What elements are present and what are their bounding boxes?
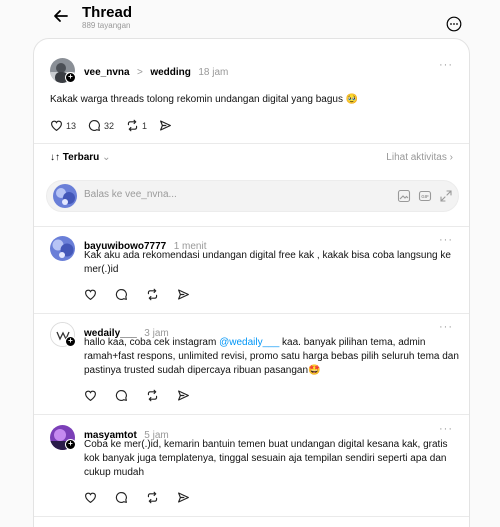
gif-icon[interactable]: GIF xyxy=(418,189,432,203)
post-meta: vee_nvna > wedding 18 jam xyxy=(84,62,228,80)
reply-composer: GIF xyxy=(46,180,459,212)
thread-card: + vee_nvna > wedding 18 jam ··· Kakak wa… xyxy=(33,38,470,527)
view-activity-label: Lihat aktivitas xyxy=(386,152,447,163)
like-button[interactable] xyxy=(84,389,100,402)
repost-button[interactable] xyxy=(146,389,162,402)
chevron-down-icon: ⌄ xyxy=(102,152,111,163)
repost-count: 1 xyxy=(142,120,148,131)
sort-label: Terbaru xyxy=(62,152,100,163)
separator: > xyxy=(137,67,143,78)
topic-tag[interactable]: wedding xyxy=(150,67,191,78)
comment-button[interactable] xyxy=(115,288,131,301)
username[interactable]: vee_nvna xyxy=(84,67,130,78)
mention-link[interactable]: @wedaily___ xyxy=(219,337,279,348)
like-button[interactable] xyxy=(84,288,100,301)
comment-icon xyxy=(115,492,127,503)
comment-button[interactable]: 32 xyxy=(88,119,114,132)
more-options-icon[interactable]: ··· xyxy=(439,321,453,333)
thread-header: Thread 889 tayangan xyxy=(0,0,500,38)
reply-input[interactable] xyxy=(84,189,364,200)
expand-icon[interactable] xyxy=(439,189,453,203)
share-button[interactable] xyxy=(177,288,193,301)
reply-actions xyxy=(84,288,205,301)
reply-text: Coba ke mer(.)id, kemarin bantuin temen … xyxy=(84,439,448,478)
repost-icon xyxy=(147,389,158,402)
share-icon xyxy=(160,120,171,131)
comment-icon xyxy=(88,120,100,131)
share-icon xyxy=(178,289,189,300)
follow-plus-icon[interactable]: + xyxy=(65,72,76,83)
view-count: 889 tayangan xyxy=(82,21,131,30)
share-button[interactable] xyxy=(177,491,193,504)
reply-text: hallo kaa, coba cek instagram @wedaily__… xyxy=(84,336,464,378)
heart-icon xyxy=(51,120,62,132)
repost-icon xyxy=(147,491,158,504)
more-options-icon[interactable]: ··· xyxy=(439,234,453,246)
reply-actions xyxy=(84,389,205,402)
like-count: 13 xyxy=(66,120,77,131)
reply-text: Kak aku ada rekomendasi undangan digital… xyxy=(84,250,451,275)
comment-button[interactable] xyxy=(115,491,131,504)
more-circle-icon[interactable] xyxy=(446,16,462,32)
heart-icon xyxy=(85,492,96,504)
view-activity-link[interactable]: Lihat aktivitas › xyxy=(386,152,453,163)
repost-icon xyxy=(147,288,158,301)
comment-icon xyxy=(115,289,127,300)
comment-count: 32 xyxy=(104,120,115,131)
share-button[interactable] xyxy=(177,389,193,402)
avatar[interactable] xyxy=(50,236,75,261)
divider xyxy=(34,143,469,144)
heart-icon xyxy=(85,390,96,402)
repost-button[interactable] xyxy=(146,491,162,504)
like-button[interactable]: 13 xyxy=(50,119,76,132)
divider xyxy=(34,516,469,517)
comment-button[interactable] xyxy=(115,389,131,402)
share-button[interactable] xyxy=(159,119,175,132)
follow-plus-icon[interactable]: + xyxy=(65,439,76,450)
divider xyxy=(34,226,469,227)
arrow-left-icon[interactable] xyxy=(52,7,70,25)
reply-text-part: hallo kaa, coba cek instagram xyxy=(84,337,220,348)
more-options-icon[interactable]: ··· xyxy=(439,423,453,435)
post-time: 18 jam xyxy=(198,67,229,78)
share-icon xyxy=(178,390,189,401)
svg-text:GIF: GIF xyxy=(421,194,429,199)
share-icon xyxy=(178,492,189,503)
repost-icon xyxy=(127,119,138,132)
page-title: Thread xyxy=(82,4,133,21)
avatar xyxy=(53,184,77,208)
image-icon[interactable] xyxy=(397,189,411,203)
sort-icon: ↓↑ xyxy=(50,152,60,163)
follow-plus-icon[interactable]: + xyxy=(65,336,76,347)
like-button[interactable] xyxy=(84,491,100,504)
divider xyxy=(34,414,469,415)
reply-actions xyxy=(84,491,205,504)
more-options-icon[interactable]: ··· xyxy=(439,59,453,71)
comment-icon xyxy=(115,390,127,401)
heart-icon xyxy=(85,289,96,301)
divider xyxy=(34,313,469,314)
post-actions: 13 32 1 xyxy=(50,119,187,132)
chevron-right-icon: › xyxy=(449,152,453,163)
sort-dropdown[interactable]: ↓↑ Terbaru ⌄ xyxy=(50,152,110,163)
repost-button[interactable]: 1 xyxy=(126,119,147,132)
repost-button[interactable] xyxy=(146,288,162,301)
post-text: Kakak warga threads tolong rekomin undan… xyxy=(50,94,359,105)
